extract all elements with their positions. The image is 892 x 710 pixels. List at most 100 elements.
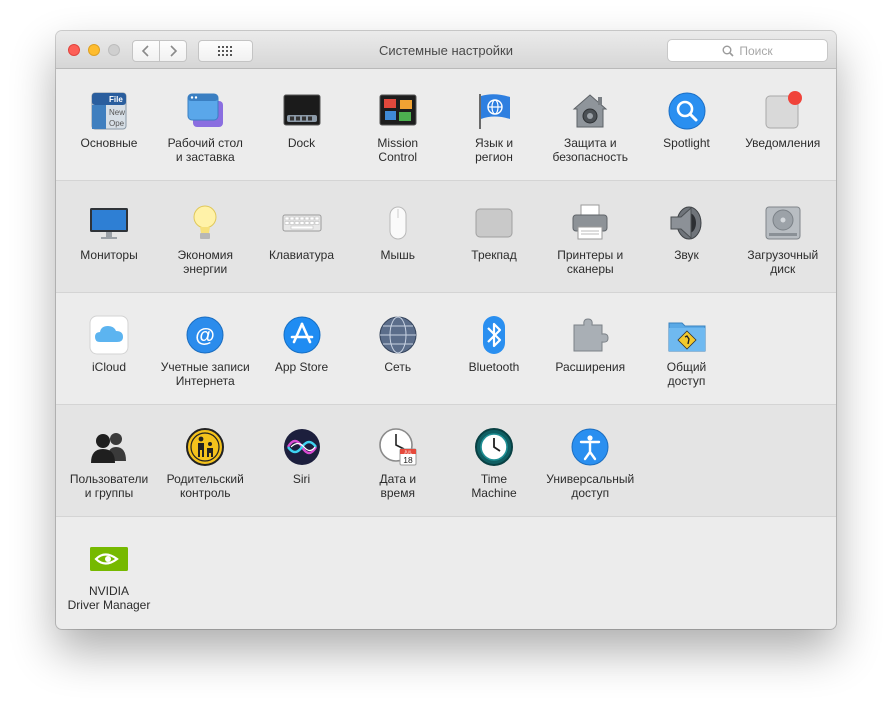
pref-item-nvidia[interactable]: NVIDIA Driver Manager [62,517,156,629]
pref-item-language-region[interactable]: Язык и регион [447,69,541,181]
users-groups-icon [89,427,129,467]
svg-text:File: File [109,95,123,104]
energy-saver-icon [185,203,225,243]
pref-item-label: Трекпад [471,248,517,262]
time-machine-icon [474,427,514,467]
preferences-section: Пользователи и группы Родительский контро… [56,405,836,517]
pref-item-bluetooth[interactable]: Bluetooth [447,293,541,405]
pref-item-label: Клавиатура [269,248,334,262]
pref-item-startup-disk[interactable]: Загрузочный диск [736,181,830,293]
pref-item-label: Экономия энергии [177,248,233,276]
svg-text:18: 18 [403,455,413,465]
preferences-section: File New Ope Основные Рабочий стол и заставк… [56,69,836,181]
pref-item-icloud[interactable]: iCloud [62,293,156,405]
pref-item-mission-control[interactable]: Mission Control [351,69,445,181]
pref-item-label: Язык и регион [474,136,514,164]
pref-item-security[interactable]: Защита и безопасность [543,69,637,181]
pref-item-dock[interactable]: Dock [255,69,349,181]
pref-item-energy-saver[interactable]: Экономия энергии [158,181,252,293]
security-icon [570,91,610,131]
search-icon [722,45,734,57]
pref-item-app-store[interactable]: App Store [255,293,349,405]
pref-item-label: Пользователи и группы [69,472,149,500]
title-bar: Системные настройки Поиск [56,31,836,69]
pref-item-label: Siri [292,472,311,486]
pref-item-keyboard[interactable]: Клавиатура [255,181,349,293]
pref-item-label: Родительский контроль [166,472,244,500]
pref-item-label: Расширения [555,360,626,374]
pref-item-label: Mission Control [377,136,419,164]
pref-item-label: Звук [674,248,699,262]
printer-icon [570,203,610,243]
preferences-section: NVIDIA Driver Manager [56,517,836,629]
pref-item-desktop-screensaver[interactable]: Рабочий стол и заставка [158,69,252,181]
nvidia-icon [89,539,129,579]
pref-item-users-groups[interactable]: Пользователи и группы [62,405,156,517]
pref-item-general[interactable]: File New Ope Основные [62,69,156,181]
keyboard-icon [282,203,322,243]
pref-item-sharing[interactable]: Общий доступ [640,293,734,405]
bluetooth-icon [474,315,514,355]
pref-item-label: Мониторы [80,248,138,262]
pref-item-network[interactable]: Сеть [351,293,445,405]
notifications-icon [763,91,803,131]
pref-item-label: NVIDIA Driver Manager [67,584,151,612]
preferences-section: iCloud @ Учетные записи Интернета App Store… [56,293,836,405]
extensions-icon [570,315,610,355]
pref-item-accessibility[interactable]: Универсальный доступ [543,405,637,517]
pref-item-extensions[interactable]: Расширения [543,293,637,405]
pref-item-date-time[interactable]: JUL 18 Дата и время [351,405,445,517]
date-time-icon: JUL 18 [378,427,418,467]
pref-item-siri[interactable]: Siri [255,405,349,517]
icloud-icon [89,315,129,355]
search-placeholder: Поиск [739,43,773,58]
siri-icon [282,427,322,467]
pref-item-label: Принтеры и сканеры [557,248,624,276]
pref-item-label: Универсальный доступ [546,472,635,500]
pref-item-sound[interactable]: Звук [640,181,734,293]
sharing-icon [667,315,707,355]
search-field[interactable]: Поиск [667,39,828,62]
parental-controls-icon [185,427,225,467]
svg-text:JUL: JUL [404,449,412,454]
pref-item-label: Bluetooth [468,360,520,374]
pref-item-label: iCloud [91,360,127,374]
pref-item-notifications[interactable]: Уведомления [736,69,830,181]
pref-item-parental-controls[interactable]: Родительский контроль [158,405,252,517]
pref-item-label: Мышь [380,248,416,262]
svg-text:@: @ [195,325,215,347]
startup-disk-icon [763,203,803,243]
trackpad-icon [474,203,514,243]
pref-item-spotlight[interactable]: Spotlight [640,69,734,181]
app-store-icon [282,315,322,355]
sound-icon [667,203,707,243]
system-preferences-window: Системные настройки Поиск File New Ope Осно… [56,31,836,629]
pref-item-label: Уведомления [745,136,821,150]
pref-item-label: Time Machine [471,472,517,500]
pref-item-label: Dock [287,136,316,150]
pref-item-printer[interactable]: Принтеры и сканеры [543,181,637,293]
pref-item-label: Дата и время [379,472,417,500]
accessibility-icon [570,427,610,467]
dock-icon [282,91,322,131]
displays-icon [89,203,129,243]
svg-text:New: New [109,108,125,117]
pref-item-label: Защита и безопасность [552,136,628,164]
mouse-icon [378,203,418,243]
pref-item-label: Общий доступ [666,360,707,388]
language-region-icon [474,91,514,131]
pref-item-mouse[interactable]: Мышь [351,181,445,293]
general-icon: File New Ope [89,91,129,131]
spotlight-icon [667,91,707,131]
preferences-section: Мониторы Экономия энергии Клавиатура Мышь Тр… [56,181,836,293]
pref-item-internet-accounts[interactable]: @ Учетные записи Интернета [158,293,252,405]
svg-text:Ope: Ope [109,119,125,128]
pref-item-label: Учетные записи Интернета [160,360,250,388]
pref-item-label: Сеть [384,360,412,374]
pref-item-time-machine[interactable]: Time Machine [447,405,541,517]
internet-accounts-icon: @ [185,315,225,355]
pref-item-trackpad[interactable]: Трекпад [447,181,541,293]
pref-item-displays[interactable]: Мониторы [62,181,156,293]
pref-item-label: Рабочий стол и заставка [167,136,243,164]
pref-item-label: Spotlight [663,136,710,150]
